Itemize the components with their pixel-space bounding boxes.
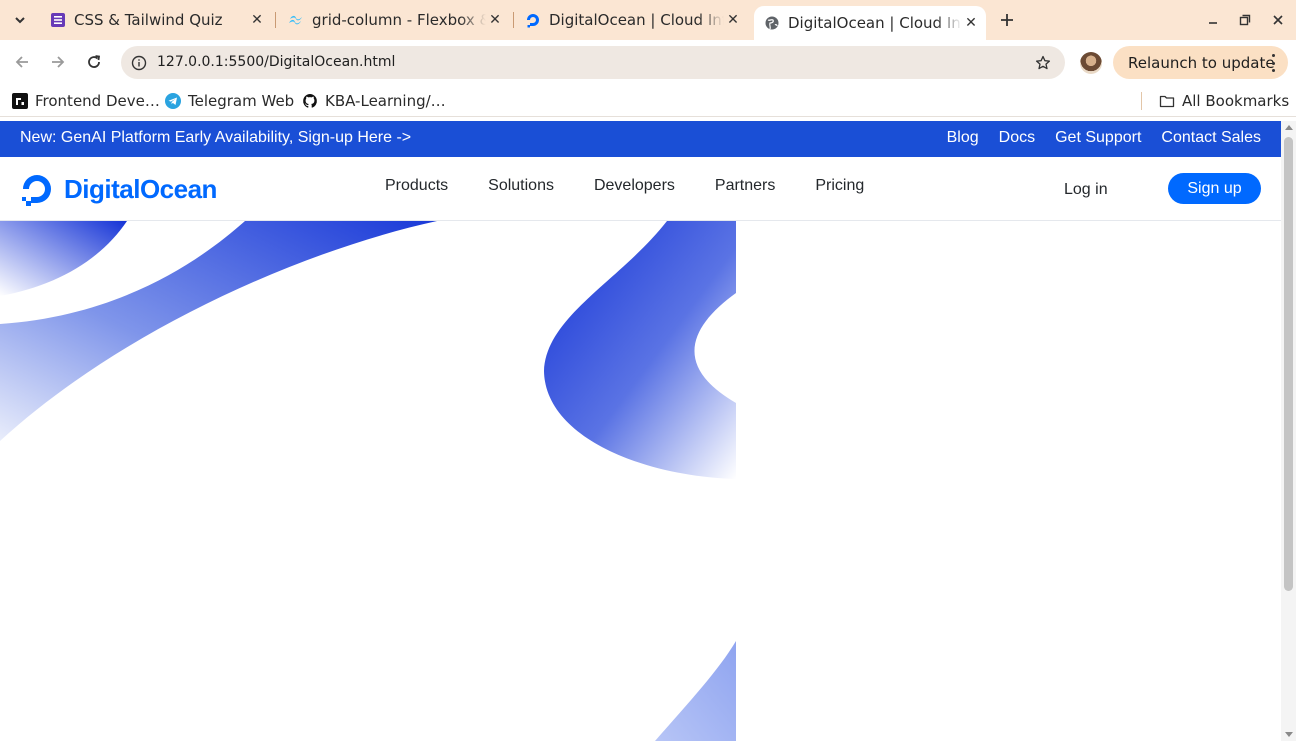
docs-link[interactable]: Docs	[999, 129, 1035, 147]
tab-grid-column[interactable]: grid-column - Flexbox & Grid ✕	[278, 6, 510, 34]
bookmarks-bar: Frontend Deve… Telegram Web KBA-Learning…	[0, 84, 1296, 117]
wave-crescent	[544, 221, 736, 479]
close-icon[interactable]: ✕	[486, 11, 504, 29]
wave-graphic	[0, 221, 736, 741]
tab-title: DigitalOcean | Cloud Infrastructure	[788, 14, 962, 32]
form-icon	[50, 12, 66, 28]
all-bookmarks-label: All Bookmarks	[1182, 92, 1290, 110]
forward-button[interactable]	[46, 50, 70, 74]
site-info-icon[interactable]	[129, 53, 149, 73]
blog-link[interactable]: Blog	[947, 129, 979, 147]
menu-products[interactable]: Products	[385, 177, 448, 195]
signup-button[interactable]: Sign up	[1168, 173, 1261, 204]
main-nav: DigitalOcean Products Solutions Develope…	[0, 157, 1281, 221]
hero-illustration	[0, 221, 736, 741]
profile-avatar[interactable]	[1080, 52, 1102, 74]
bookmark-label: Telegram Web	[188, 92, 295, 110]
get-support-link[interactable]: Get Support	[1055, 129, 1141, 147]
relaunch-button[interactable]: Relaunch to update	[1113, 46, 1288, 79]
top-links: Blog Docs Get Support Contact Sales	[947, 129, 1261, 147]
relaunch-label: Relaunch to update	[1128, 53, 1275, 72]
login-link[interactable]: Log in	[1064, 181, 1108, 199]
bookmark-label: Frontend Deve…	[35, 92, 160, 110]
brand-logo[interactable]: DigitalOcean	[20, 172, 217, 206]
maximize-button[interactable]	[1235, 10, 1255, 30]
frontend-icon	[12, 93, 28, 109]
bookmark-star-icon[interactable]	[1033, 53, 1053, 73]
wave-small	[0, 221, 127, 296]
digitalocean-icon	[525, 12, 541, 28]
browser-toolbar: 127.0.0.1:5500/DigitalOcean.html Relaunc…	[0, 40, 1296, 84]
tab-separator	[275, 12, 276, 28]
announcement-bar: New: GenAI Platform Early Availability, …	[0, 121, 1281, 157]
tab-title: CSS & Tailwind Quiz	[74, 11, 223, 29]
arrow-right-icon	[52, 56, 65, 68]
new-tab-button[interactable]	[995, 8, 1019, 32]
chevron-down-icon	[15, 17, 25, 24]
scroll-down-icon[interactable]	[1285, 732, 1293, 737]
menu-partners[interactable]: Partners	[715, 177, 775, 195]
announcement-link[interactable]: New: GenAI Platform Early Availability, …	[20, 129, 411, 147]
more-menu-icon[interactable]	[1268, 54, 1278, 72]
address-bar[interactable]: 127.0.0.1:5500/DigitalOcean.html	[121, 46, 1065, 79]
tab-title: DigitalOcean | Cloud Infrastructure	[549, 11, 724, 29]
all-bookmarks-button[interactable]: All Bookmarks	[1159, 91, 1289, 111]
tab-separator	[513, 12, 514, 28]
tab-search-button[interactable]	[8, 8, 32, 32]
folder-icon	[1159, 93, 1175, 109]
primary-menu: Products Solutions Developers Partners P…	[385, 177, 904, 195]
tab-digitalocean[interactable]: DigitalOcean | Cloud Infrastructure ✕	[515, 6, 748, 34]
plus-icon	[1001, 14, 1013, 26]
close-icon[interactable]: ✕	[724, 11, 742, 29]
bookmarks-divider	[1141, 92, 1142, 110]
url-text: 127.0.0.1:5500/DigitalOcean.html	[157, 54, 396, 70]
reload-button[interactable]	[82, 50, 106, 74]
scroll-up-icon[interactable]	[1285, 125, 1293, 130]
close-window-button[interactable]	[1268, 10, 1288, 30]
tab-bar: CSS & Tailwind Quiz ✕ grid-column - Flex…	[0, 0, 1296, 40]
tailwind-icon	[288, 12, 304, 28]
menu-developers[interactable]: Developers	[594, 177, 675, 195]
telegram-icon	[165, 93, 181, 109]
contact-sales-link[interactable]: Contact Sales	[1161, 129, 1261, 147]
reload-icon	[88, 55, 101, 68]
arrow-left-icon	[15, 56, 28, 68]
close-icon	[1273, 15, 1283, 25]
bookmark-telegram[interactable]: Telegram Web	[165, 91, 294, 111]
tab-css-quiz[interactable]: CSS & Tailwind Quiz ✕	[40, 6, 272, 34]
bookmark-github[interactable]: KBA-Learning/…	[302, 91, 446, 111]
minimize-button[interactable]	[1203, 10, 1223, 30]
github-icon	[302, 93, 318, 109]
back-button[interactable]	[10, 50, 34, 74]
globe-icon	[764, 15, 780, 31]
minimize-icon	[1209, 22, 1217, 24]
page-scrollbar[interactable]	[1281, 121, 1296, 741]
page-viewport: New: GenAI Platform Early Availability, …	[0, 121, 1281, 741]
brand-name: DigitalOcean	[64, 173, 217, 204]
tab-title: grid-column - Flexbox & Grid	[312, 11, 486, 29]
close-icon[interactable]: ✕	[248, 11, 266, 29]
digitalocean-logo-icon	[22, 175, 51, 206]
bookmark-label: KBA-Learning/…	[325, 92, 446, 110]
tab-digitalocean-active[interactable]: DigitalOcean | Cloud Infrastructure ✕	[754, 6, 986, 40]
bookmark-frontend[interactable]: Frontend Deve…	[12, 91, 160, 111]
menu-solutions[interactable]: Solutions	[488, 177, 554, 195]
close-icon[interactable]: ✕	[962, 14, 980, 32]
restore-icon	[1239, 14, 1251, 26]
menu-pricing[interactable]: Pricing	[815, 177, 864, 195]
scrollbar-thumb[interactable]	[1284, 137, 1293, 591]
wave-bottom	[655, 641, 736, 741]
